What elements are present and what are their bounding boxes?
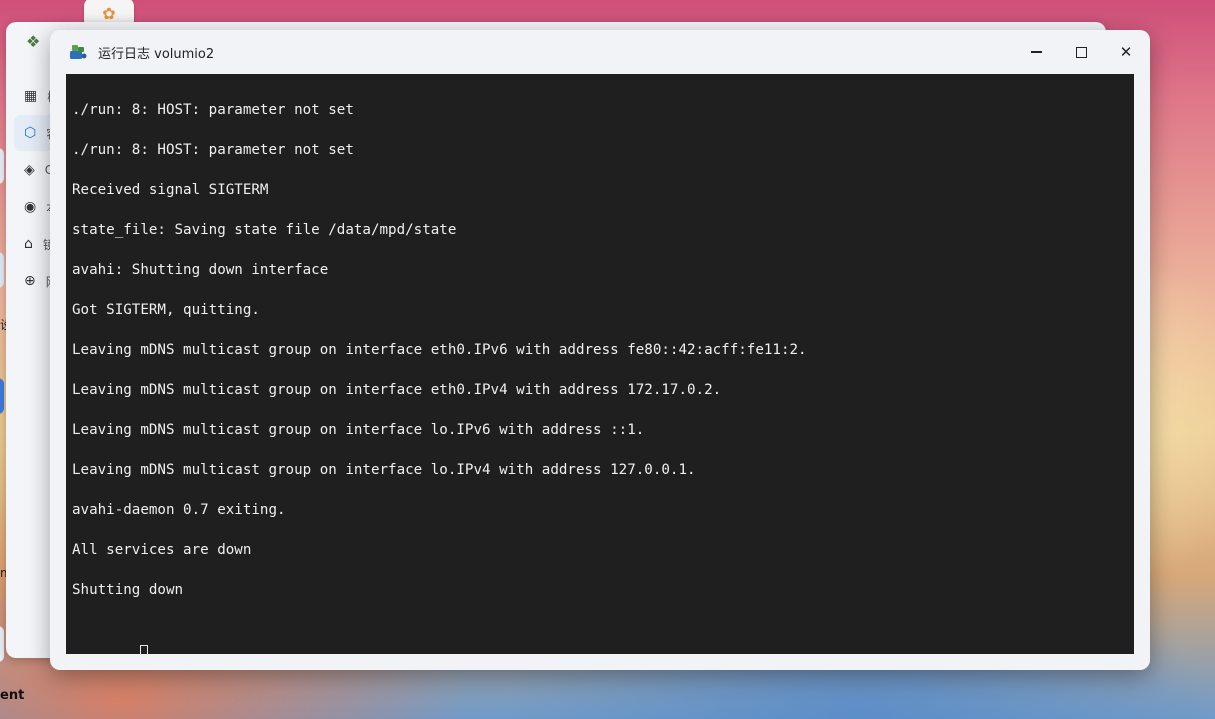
app-logo-icon: ❖ (26, 32, 41, 51)
window-title: 运行日志 volumio2 (98, 47, 215, 62)
log-window[interactable]: 运行日志 volumio2 ✕ ./run: 8: HOST: paramete… (50, 30, 1150, 670)
terminal-cursor (140, 645, 149, 654)
log-line: Got SIGTERM, quitting. (72, 302, 260, 318)
log-line: Received signal SIGTERM (72, 182, 269, 198)
minimize-icon (1030, 51, 1042, 53)
log-line: ./run: 8: HOST: parameter not set (72, 102, 354, 118)
globe-icon: ⊕ (24, 273, 36, 289)
close-icon: ✕ (1119, 42, 1133, 61)
log-line: Leaving mDNS multicast group on interfac… (72, 382, 722, 398)
log-line: ./run: 8: HOST: parameter not set (72, 142, 354, 158)
log-terminal[interactable]: ./run: 8: HOST: parameter not set ./run:… (66, 74, 1134, 654)
log-line: Leaving mDNS multicast group on interfac… (72, 462, 696, 478)
log-line: state_file: Saving state file /data/mpd/… (72, 222, 457, 238)
desktop-edge-tab (0, 626, 4, 662)
log-line: All services are down (72, 542, 252, 558)
log-line: Shutting down (72, 582, 184, 598)
app-logo-icon (68, 42, 88, 62)
desktop-edge-tab (0, 148, 4, 184)
home-icon: ⌂ (24, 236, 33, 252)
log-line: Leaving mDNS multicast group on interfac… (72, 342, 807, 358)
desktop-edge-tab (0, 252, 4, 288)
layers-icon: ◈ (24, 162, 35, 178)
eye-icon: ◉ (24, 199, 37, 215)
desktop-label: ent (0, 688, 25, 703)
title-bar[interactable]: 运行日志 volumio2 ✕ (50, 30, 1150, 74)
maximize-icon (1075, 46, 1087, 58)
minimize-button[interactable] (1018, 38, 1054, 66)
flower-icon: ✿ (102, 3, 116, 23)
desktop-edge-tab (0, 378, 4, 414)
terminal-prompt[interactable] (72, 618, 807, 654)
log-line: Leaving mDNS multicast group on interfac… (72, 422, 645, 438)
log-output: ./run: 8: HOST: parameter not set ./run:… (72, 98, 807, 654)
close-button[interactable]: ✕ (1108, 38, 1144, 66)
cube-icon: ⬡ (24, 125, 37, 141)
maximize-button[interactable] (1063, 38, 1099, 66)
log-line: avahi: Shutting down interface (72, 262, 329, 278)
log-line: avahi-daemon 0.7 exiting. (72, 502, 286, 518)
grid-icon: ▦ (24, 88, 38, 104)
